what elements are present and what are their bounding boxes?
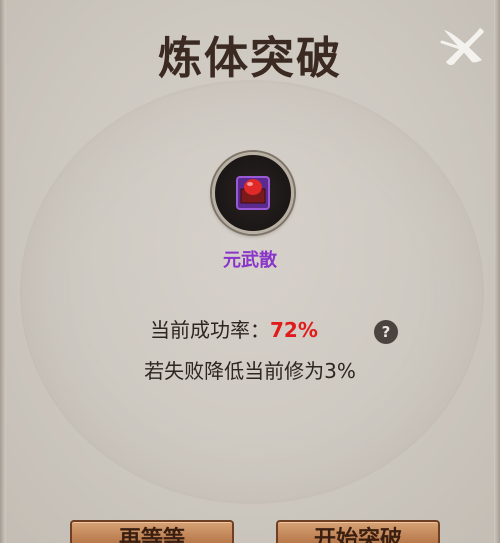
success-rate-line: 当前成功率：72% — [150, 314, 318, 343]
dialog-title: 炼体突破 — [158, 33, 342, 84]
success-rate-label: 当前成功率： — [150, 318, 270, 342]
close-icon — [440, 28, 484, 66]
item-name: 元武散 — [223, 250, 277, 271]
close-button[interactable] — [438, 22, 488, 72]
elixir-box-icon — [236, 176, 270, 210]
item-slot[interactable] — [212, 152, 294, 234]
wait-button[interactable]: 再等等 — [70, 520, 234, 543]
start-breakthrough-button[interactable]: 开始突破 — [276, 520, 440, 543]
success-rate-value: 72% — [270, 318, 318, 342]
help-icon[interactable]: ? — [374, 320, 398, 344]
breakthrough-dialog: 炼体突破 元武散 当前成功率：72% ? 若失败降低当前修为3% 再等等 开始突… — [0, 0, 500, 543]
failure-penalty-text: 若失败降低当前修为3% — [144, 359, 356, 383]
